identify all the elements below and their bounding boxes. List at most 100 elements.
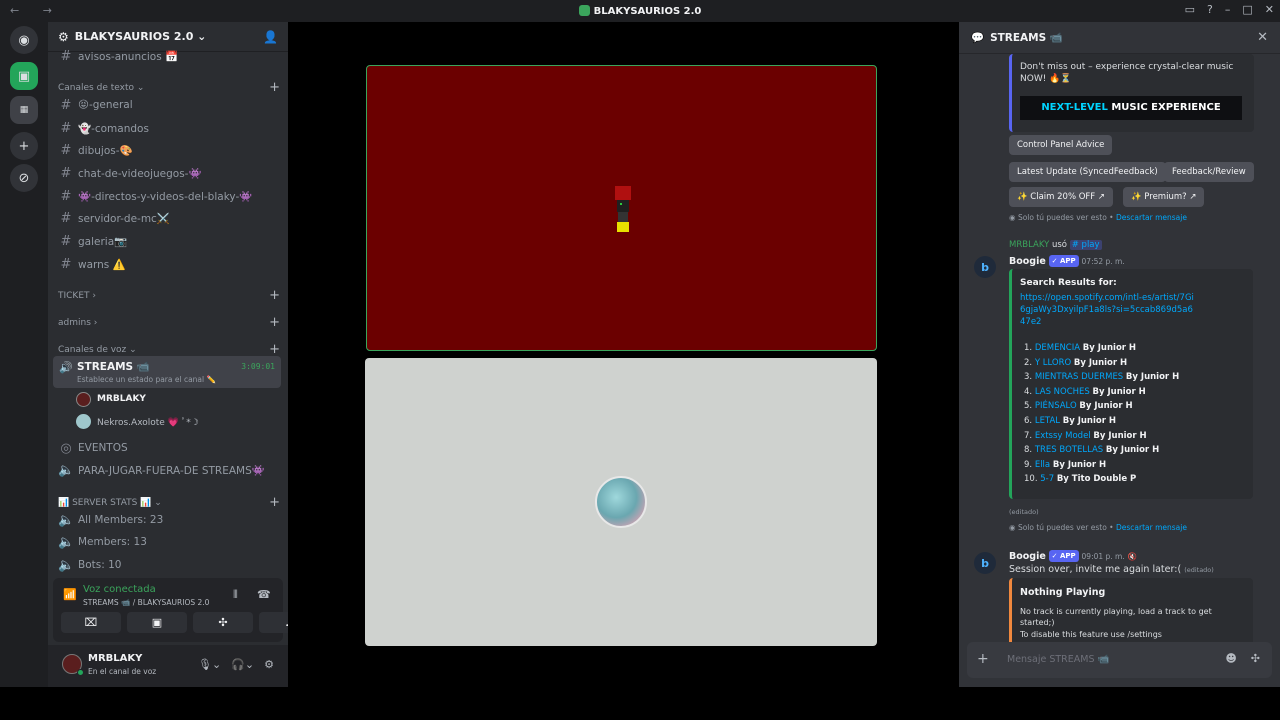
add-channel-icon[interactable]: +: [269, 288, 280, 303]
bot-avatar[interactable]: b: [974, 552, 996, 574]
close-icon[interactable]: ✕: [1257, 30, 1268, 45]
feedback-review-button[interactable]: Feedback/Review: [1164, 162, 1254, 182]
close-window-icon[interactable]: ✕: [1265, 3, 1274, 16]
server-icon-blakysaurios[interactable]: ▣: [10, 62, 38, 90]
apps-icon[interactable]: ✣: [1251, 652, 1260, 665]
voice-channel-para-jugar[interactable]: 🔈 PARA-JUGAR-FUERA-DE STREAMS👾: [54, 460, 282, 480]
online-status-dot: [77, 669, 84, 676]
server-folder-icon[interactable]: ▦: [10, 96, 38, 124]
spotify-link[interactable]: https://open.spotify.com/intl-es/artist/…: [1020, 292, 1198, 328]
help-icon[interactable]: ?: [1207, 3, 1213, 16]
noise-suppression-icon[interactable]: ⦀: [233, 588, 238, 602]
video-tile-nekros[interactable]: [365, 358, 877, 646]
nothing-playing-embed: Nothing Playing No track is currently pl…: [1009, 578, 1253, 642]
voice-channel-eventos[interactable]: ◎ EVENTOS: [54, 438, 282, 458]
add-channel-icon[interactable]: +: [269, 315, 280, 330]
message-header: Boogie ✓ APP 07:52 p. m.: [1009, 255, 1125, 267]
search-results-embed: Search Results for: https://open.spotify…: [1009, 269, 1253, 499]
add-channel-icon[interactable]: +: [269, 495, 280, 510]
title-bar: ← → BLAKYSAURIOS 2.0 ▭ ? – □ ✕: [0, 0, 1280, 22]
control-panel-advice-button[interactable]: Control Panel Advice: [1009, 135, 1113, 155]
screen-share-button[interactable]: ▣: [127, 612, 187, 633]
channel-avisos[interactable]: # avisos-anuncios 📅: [54, 46, 282, 66]
camera-off-button[interactable]: ⌧: [61, 612, 121, 633]
hash-icon: #: [60, 48, 72, 64]
maximize-icon[interactable]: □: [1242, 3, 1252, 16]
message-text: Session over, invite me again later:( (e…: [1009, 564, 1214, 575]
list-item[interactable]: 1. DEMENCIA By Junior H: [1024, 341, 1179, 356]
locked-speaker-icon: 🔈: [58, 512, 75, 528]
chevron-down-icon: ⌄: [193, 30, 207, 43]
category-voz[interactable]: Canales de voz ⌄ +: [58, 342, 280, 357]
locked-speaker-icon: 🔈: [58, 557, 75, 573]
list-item[interactable]: 10. 5-7 By Tito Double P: [1024, 472, 1179, 487]
discover-icon[interactable]: ⊘: [10, 164, 38, 192]
add-channel-icon[interactable]: +: [269, 342, 280, 357]
voice-connection-panel: 📶 Voz conectada STREAMS 📹 / BLAKYSAURIOS…: [53, 578, 319, 642]
video-tile-mrblaky[interactable]: [366, 65, 877, 351]
category-texto[interactable]: Canales de texto ⌄ +: [58, 80, 280, 95]
channel-warns[interactable]: # warns ⚠️: [54, 254, 282, 274]
stats-all-members[interactable]: 🔈 All Members: 23: [54, 510, 282, 530]
channel-sidebar: ⚙ BLAKYSAURIOS 2.0 ⌄ 👤 # avisos-anuncios …: [48, 22, 319, 687]
inbox-icon[interactable]: ▭: [1185, 3, 1195, 16]
voice-stage: [288, 22, 954, 687]
channel-servidor-mc[interactable]: # servidor-de-mc⚔️: [54, 208, 282, 228]
channel-directos[interactable]: # 👾-directos-y-videos-del-blaky-👾: [54, 186, 282, 206]
list-item[interactable]: 5. PIÉNSALO By Junior H: [1024, 399, 1179, 414]
emoji-icon[interactable]: ☻: [1225, 652, 1236, 665]
avatar: [595, 476, 647, 528]
list-item[interactable]: 9. Ella By Junior H: [1024, 458, 1179, 473]
channel-chat-videojuegos[interactable]: # chat-de-videojuegos-👾: [54, 163, 282, 183]
add-channel-icon[interactable]: +: [269, 80, 280, 95]
list-item[interactable]: 4. LAS NOCHES By Junior H: [1024, 385, 1179, 400]
message-header: Boogie ✓ APP 09:01 p. m. 🔇: [1009, 550, 1137, 562]
latest-update-button[interactable]: Latest Update (SyncedFeedback): [1009, 162, 1166, 182]
disconnect-icon[interactable]: ☎: [257, 588, 271, 601]
deafened-icon: 🔇: [1127, 552, 1137, 561]
voice-text-chat: 💬 STREAMS 📹 ✕ Don't miss out – experienc…: [959, 22, 1280, 687]
speaker-icon: 🔊: [59, 361, 73, 374]
list-item[interactable]: 8. TRES BOTELLAS By Junior H: [1024, 443, 1179, 458]
microphone-icon[interactable]: 🎙⌄: [198, 658, 221, 671]
stats-bots[interactable]: 🔈 Bots: 10: [54, 555, 282, 575]
category-stats[interactable]: 📊 SERVER STATS 📊 ⌄ +: [58, 495, 280, 510]
channel-dibujos[interactable]: # dibujos-🎨: [54, 140, 282, 160]
category-ticket[interactable]: TICKET › +: [58, 288, 280, 303]
speaker-icon: 🔈: [58, 462, 75, 478]
bot-avatar[interactable]: b: [974, 256, 996, 278]
message-input[interactable]: Mensaje STREAMS 📹: [1007, 654, 1109, 665]
headphones-icon[interactable]: 🎧⌄: [231, 658, 254, 671]
hash-icon: #: [60, 120, 72, 136]
server-logo-icon: [578, 5, 590, 16]
voice-user-nekros[interactable]: Nekros.Axolote 💗 ﾟ*☽: [76, 412, 199, 430]
activities-button[interactable]: ✣: [193, 612, 253, 633]
add-server-icon[interactable]: +: [10, 132, 38, 160]
channel-comandos[interactable]: # 👻-comandos: [54, 118, 282, 138]
list-item[interactable]: 3. MIENTRAS DUERMES By Junior H: [1024, 370, 1179, 385]
settings-gear-icon[interactable]: ⚙: [264, 658, 274, 671]
window-title: BLAKYSAURIOS 2.0: [0, 5, 1280, 17]
avatar: [76, 391, 91, 407]
channel-galeria[interactable]: # galeria📷: [54, 231, 282, 251]
claim-discount-button[interactable]: ✨ Claim 20% OFF ↗: [1009, 187, 1114, 207]
minimize-icon[interactable]: –: [1225, 3, 1231, 16]
hash-icon: #: [60, 233, 72, 249]
hash-icon: #: [60, 188, 72, 204]
premium-button[interactable]: ✨ Premium? ↗: [1123, 187, 1205, 207]
list-item[interactable]: 6. LETAL By Junior H: [1024, 414, 1179, 429]
invite-icon[interactable]: 👤: [263, 30, 278, 44]
server-list: ◉ ▣ ▦ + ⊘: [0, 22, 48, 687]
discord-home-icon[interactable]: ◉: [10, 26, 38, 54]
voice-user-mrblaky[interactable]: MRBLAKY: [76, 390, 146, 408]
attach-plus-icon[interactable]: +: [977, 651, 989, 667]
voice-channel-streams[interactable]: 🔊 STREAMS 📹 Establece un estado para el …: [53, 356, 281, 388]
channel-general[interactable]: # 😝-general: [54, 95, 282, 115]
hash-icon: #: [60, 97, 72, 113]
list-item[interactable]: 7. Extssy Model By Junior H: [1024, 429, 1179, 444]
list-item[interactable]: 2. Y LLORO By Junior H: [1024, 356, 1179, 371]
stats-members[interactable]: 🔈 Members: 13: [54, 532, 282, 552]
user-panel: MRBLAKY En el canal de voz 🎙⌄ 🎧⌄ ⚙: [48, 645, 288, 687]
eye-icon: ◉: [1009, 213, 1018, 222]
category-admins[interactable]: admins › +: [58, 315, 280, 330]
